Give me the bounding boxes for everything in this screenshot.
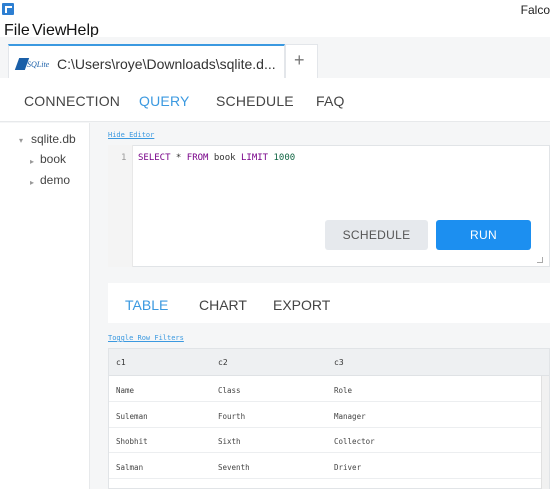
column-header-c2[interactable]: c2 bbox=[218, 358, 228, 367]
tab-table[interactable]: TABLE bbox=[125, 297, 168, 313]
tab-chart[interactable]: CHART bbox=[199, 297, 247, 313]
nav-faq[interactable]: FAQ bbox=[316, 93, 345, 109]
table-row[interactable] bbox=[109, 428, 541, 453]
title-bar bbox=[0, 0, 550, 19]
nav-schedule[interactable]: SCHEDULE bbox=[216, 93, 294, 109]
sql-text: * bbox=[170, 153, 187, 163]
chevron-right-icon[interactable]: ▸ bbox=[30, 178, 34, 187]
table-cell: Manager bbox=[334, 412, 366, 421]
table-cell: Role bbox=[334, 386, 353, 395]
chevron-down-icon[interactable]: ▾ bbox=[19, 136, 23, 145]
nav-query[interactable]: QUERY bbox=[139, 93, 190, 109]
sql-keyword: LIMIT bbox=[240, 153, 269, 163]
table-cell: Shobhit bbox=[116, 437, 148, 446]
table-row[interactable] bbox=[109, 454, 541, 479]
table-cell: Salman bbox=[116, 463, 144, 472]
table-cell: Seventh bbox=[218, 463, 250, 472]
column-header-c1[interactable]: c1 bbox=[116, 358, 126, 367]
toggle-row-filters-link[interactable]: Toggle Row Filters bbox=[108, 334, 184, 342]
sql-text: book bbox=[208, 153, 241, 163]
nav-connection[interactable]: CONNECTION bbox=[24, 93, 120, 109]
plus-icon[interactable]: + bbox=[294, 50, 305, 71]
table-cell: Fourth bbox=[218, 412, 246, 421]
editor-gutter bbox=[108, 145, 133, 267]
table-cell: Collector bbox=[334, 437, 375, 446]
line-number: 1 bbox=[121, 153, 127, 163]
tree-item-table-book[interactable]: book bbox=[40, 152, 66, 166]
chevron-right-icon[interactable]: ▸ bbox=[30, 157, 34, 166]
table-cell: Suleman bbox=[116, 412, 148, 421]
app-icon bbox=[2, 3, 14, 15]
sql-query-text[interactable]: SELECT * FROM book LIMIT 1000 bbox=[138, 153, 295, 163]
tab-export[interactable]: EXPORT bbox=[273, 297, 330, 313]
tree-item-database[interactable]: sqlite.db bbox=[31, 132, 76, 146]
table-cell: Driver bbox=[334, 463, 362, 472]
hide-editor-link[interactable]: Hide Editor bbox=[108, 131, 154, 139]
connection-tab-label: C:\Users\roye\Downloads\sqlite.d... bbox=[57, 56, 276, 72]
window-title: Falco bbox=[520, 3, 550, 17]
sql-keyword: FROM bbox=[186, 153, 209, 163]
tree-item-table-demo[interactable]: demo bbox=[40, 173, 70, 187]
grid-scrollbar[interactable] bbox=[541, 376, 549, 489]
column-header-c3[interactable]: c3 bbox=[334, 358, 344, 367]
table-cell: Name bbox=[116, 386, 135, 395]
sql-number: 1000 bbox=[273, 153, 296, 163]
sql-keyword: SELECT bbox=[138, 153, 171, 163]
sqlite-logo-text: SQLite bbox=[27, 60, 50, 69]
grid-header bbox=[109, 349, 549, 376]
sqlite-logo-icon: SQLite bbox=[14, 58, 55, 72]
table-row[interactable] bbox=[109, 403, 541, 428]
table-row[interactable] bbox=[109, 377, 541, 402]
table-cell: Class bbox=[218, 386, 241, 395]
editor-resize-grip[interactable] bbox=[537, 257, 543, 263]
run-query-button[interactable]: RUN bbox=[436, 220, 531, 250]
schedule-query-button[interactable]: SCHEDULE bbox=[325, 220, 428, 250]
table-cell: Sixth bbox=[218, 437, 241, 446]
